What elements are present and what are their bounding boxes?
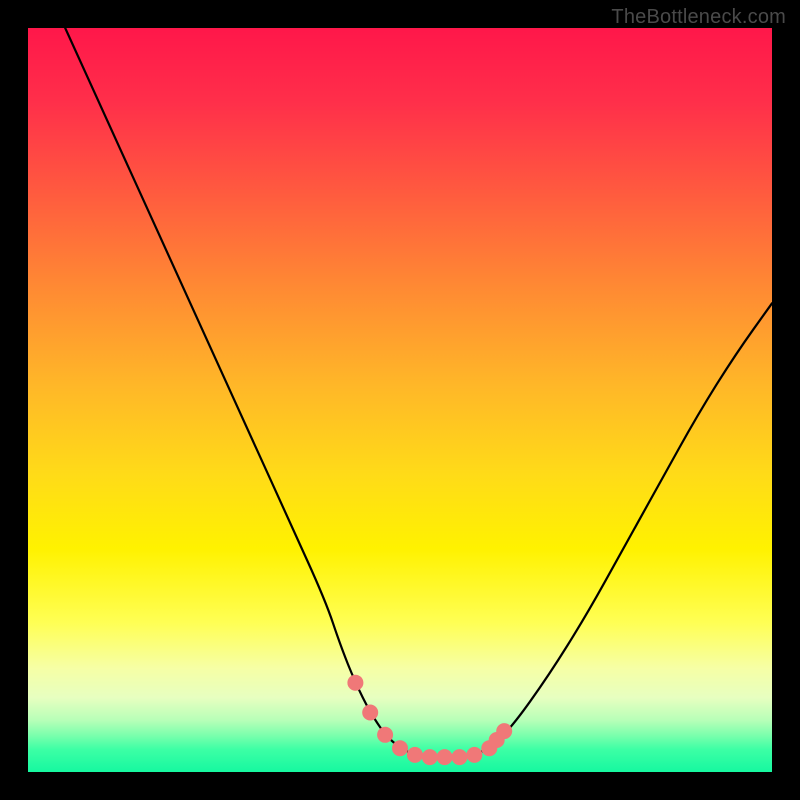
highlight-point	[347, 675, 363, 691]
highlight-point	[496, 723, 512, 739]
highlight-point	[466, 747, 482, 763]
highlight-point	[452, 749, 468, 765]
bottleneck-curve	[65, 28, 772, 757]
highlight-point	[377, 727, 393, 743]
watermark-text: TheBottleneck.com	[611, 6, 786, 29]
highlight-point	[422, 749, 438, 765]
highlight-point	[437, 749, 453, 765]
highlight-markers	[347, 675, 512, 765]
highlight-point	[362, 705, 378, 721]
highlight-point	[407, 747, 423, 763]
plot-area	[28, 28, 772, 772]
chart-frame: TheBottleneck.com	[0, 0, 800, 800]
curve-layer	[28, 28, 772, 772]
highlight-point	[392, 740, 408, 756]
